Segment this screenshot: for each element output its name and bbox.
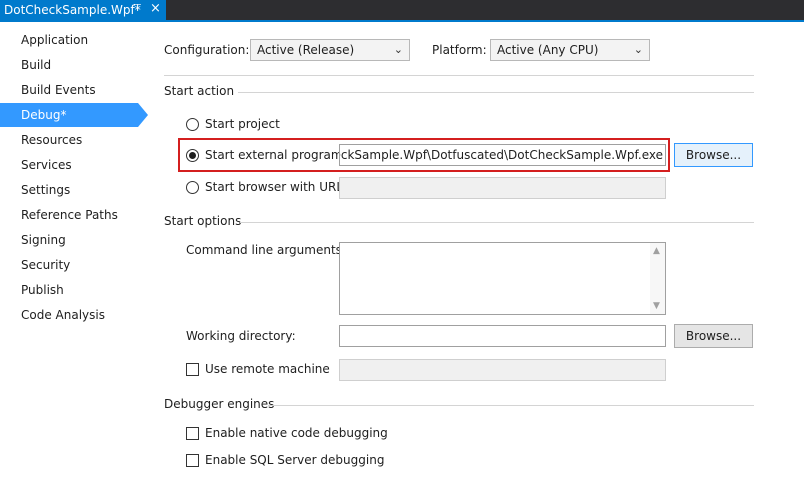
platform-value: Active (Any CPU) [497,43,599,57]
debugger-engines-heading: Debugger engines [164,397,275,411]
start-browser-radio[interactable] [186,181,199,194]
start-project-label[interactable]: Start project [205,117,280,131]
external-program-input[interactable]: DotCheckSample.Wpf\Dotfuscated\DotCheckS… [339,144,666,166]
configuration-label: Configuration: [164,43,250,57]
sidebar-item-security[interactable]: Security [0,253,150,277]
divider [268,405,754,406]
close-icon[interactable]: × [150,1,161,16]
sidebar-item-label: Settings [21,183,71,197]
sidebar-item-debug[interactable]: Debug* [0,103,138,127]
scroll-up-icon[interactable]: ▲ [653,246,660,256]
sidebar-item-label: Debug* [21,108,67,122]
command-line-arguments-label: Command line arguments: [186,243,346,257]
command-line-arguments-textarea[interactable]: ▲ ▼ [339,242,666,315]
sidebar-item-resources[interactable]: Resources [0,128,150,152]
properties-sidebar: Application Build Build Events Debug* Re… [0,22,150,478]
sidebar-item-label: Code Analysis [21,308,105,322]
sidebar-item-label: Reference Paths [21,208,118,222]
project-properties-page: Application Build Build Events Debug* Re… [0,22,804,478]
sidebar-item-build-events[interactable]: Build Events [0,78,150,102]
start-browser-label[interactable]: Start browser with URL: [205,180,347,194]
url-input[interactable] [339,177,666,199]
divider [240,222,754,223]
sidebar-item-signing[interactable]: Signing [0,228,150,252]
platform-dropdown[interactable]: Active (Any CPU) ⌄ [490,39,650,61]
sidebar-item-settings[interactable]: Settings [0,178,150,202]
tab-title: DotCheckSample.Wpf* [4,3,141,17]
scroll-down-icon[interactable]: ▼ [653,301,660,311]
document-tab-bar: DotCheckSample.Wpf* ⊤ × [0,0,804,20]
sidebar-item-build[interactable]: Build [0,53,150,77]
working-directory-label: Working directory: [186,329,296,343]
use-remote-machine-checkbox[interactable] [186,363,199,376]
sidebar-item-label: Publish [21,283,64,297]
textarea-scrollbar[interactable]: ▲ ▼ [650,243,665,314]
sql-server-debugging-label[interactable]: Enable SQL Server debugging [205,453,384,467]
native-code-debugging-label[interactable]: Enable native code debugging [205,426,388,440]
sql-server-debugging-checkbox[interactable] [186,454,199,467]
divider [164,75,754,76]
working-directory-input[interactable] [339,325,666,347]
start-action-heading: Start action [164,84,235,98]
configuration-value: Active (Release) [257,43,355,57]
external-program-value: DotCheckSample.Wpf\Dotfuscated\DotCheckS… [340,148,663,162]
use-remote-machine-label[interactable]: Use remote machine [205,362,330,376]
start-external-label[interactable]: Start external program: [205,148,347,162]
sidebar-item-label: Resources [21,133,83,147]
sidebar-item-label: Services [21,158,72,172]
sidebar-item-label: Build [21,58,52,72]
chevron-down-icon: ⌄ [633,43,643,56]
sidebar-item-label: Signing [21,233,66,247]
chevron-down-icon: ⌄ [393,43,403,56]
native-code-debugging-checkbox[interactable] [186,427,199,440]
sidebar-item-application[interactable]: Application [0,28,150,52]
selected-arrow-icon [138,103,148,127]
platform-label: Platform: [432,43,487,57]
sidebar-item-services[interactable]: Services [0,153,150,177]
browse-working-directory-button[interactable]: Browse... [674,324,753,348]
sidebar-item-label: Security [21,258,71,272]
sidebar-item-publish[interactable]: Publish [0,278,150,302]
pin-icon[interactable]: ⊤ [133,3,142,14]
configuration-dropdown[interactable]: Active (Release) ⌄ [250,39,410,61]
start-options-heading: Start options [164,214,242,228]
divider [238,92,754,93]
document-tab[interactable]: DotCheckSample.Wpf* ⊤ × [0,0,166,20]
sidebar-item-reference-paths[interactable]: Reference Paths [0,203,150,227]
remote-machine-input[interactable] [339,359,666,381]
sidebar-item-code-analysis[interactable]: Code Analysis [0,303,150,327]
sidebar-item-label: Build Events [21,83,96,97]
browse-external-button[interactable]: Browse... [674,143,753,167]
sidebar-item-label: Application [21,33,89,47]
start-project-radio[interactable] [186,118,199,131]
start-external-radio[interactable] [186,149,199,162]
